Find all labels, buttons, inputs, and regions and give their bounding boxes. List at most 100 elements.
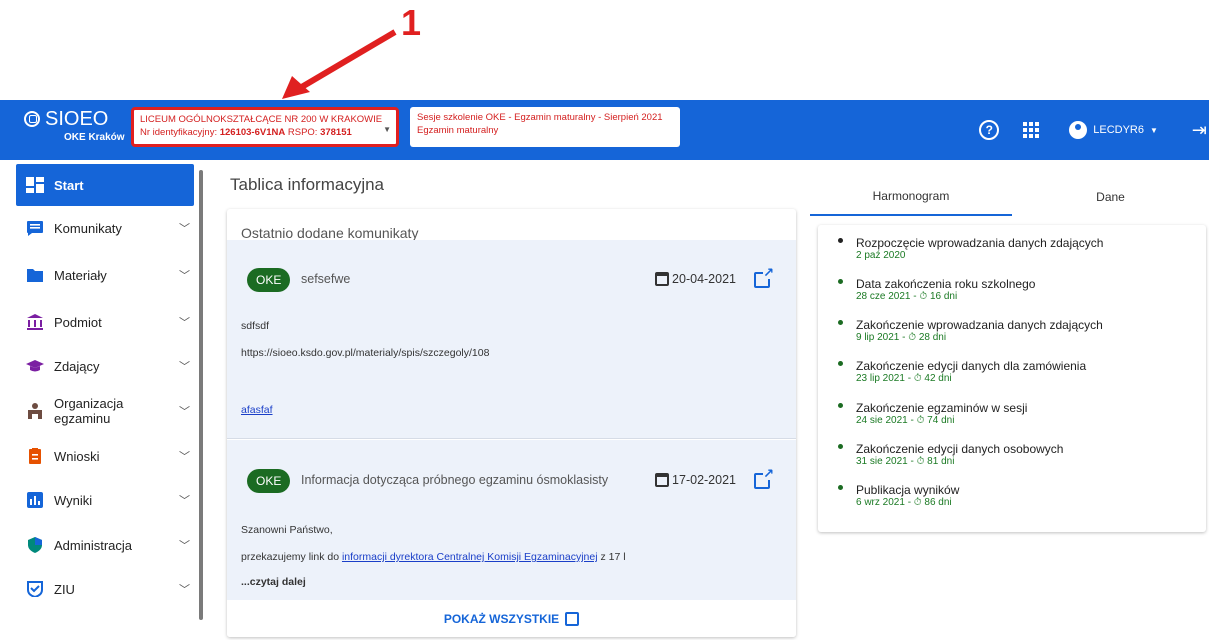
bullet-icon	[838, 279, 843, 284]
sidebar-item-label: ZIU	[54, 581, 75, 597]
sidebar-item-label: Wyniki	[54, 492, 93, 508]
open-external-icon[interactable]	[754, 266, 774, 288]
message-body-line: przekazujemy link do informacji dyrektor…	[241, 551, 626, 563]
top-right-actions: ? LECDYR6 ▼ ⇥	[979, 100, 1209, 160]
event-date: 6 wrz 2021 - ⏱ 86 dni	[856, 497, 952, 508]
sender-badge: OKE	[247, 469, 291, 493]
schedule-event: Zakończenie egzaminów w sesji 24 sie 202…	[838, 401, 1027, 427]
sidebar-item-label: Podmiot	[54, 314, 102, 330]
schedule-card: Rozpoczęcie wprowadzania danych zdającyc…	[818, 225, 1206, 532]
sidebar-item-zdajacy[interactable]: Zdający ﹀	[16, 358, 194, 374]
tab-harmonogram[interactable]: Harmonogram	[810, 178, 1012, 216]
apps-grid-icon[interactable]	[1023, 122, 1040, 138]
message-item[interactable]: OKE sefsefwe 20-04-2021 sdfsdf https://s…	[227, 240, 796, 439]
session-selector[interactable]: Sesje szkolenie OKE - Egzamin maturalny …	[410, 107, 680, 147]
message-link[interactable]: afasfaf	[241, 404, 273, 416]
message-title[interactable]: sefsefwe	[301, 272, 350, 286]
chevron-down-icon: ▼	[1149, 125, 1158, 135]
open-external-icon[interactable]	[754, 467, 774, 489]
dashboard-icon	[26, 177, 44, 193]
event-date: 23 lip 2021 - ⏱ 42 dni	[856, 373, 952, 384]
sidebar-item-wnioski[interactable]: Wnioski ﹀	[16, 448, 194, 464]
clipboard-icon	[29, 448, 41, 464]
chevron-down-icon: ﹀	[179, 540, 190, 552]
event-title: Zakończenie wprowadzania danych zdającyc…	[856, 318, 1103, 332]
message-item[interactable]: OKE Informacja dotycząca próbnego egzami…	[227, 440, 796, 600]
school-ids: Nr identyfikacyjny: 126103-6V1NA RSPO: 3…	[140, 126, 390, 139]
bullet-icon	[838, 361, 843, 366]
bullet-icon	[838, 238, 843, 243]
bullet-icon	[838, 485, 843, 490]
schedule-event: Publikacja wyników 6 wrz 2021 - ⏱ 86 dni	[838, 483, 959, 509]
schedule-event: Zakończenie edycji danych dla zamówienia…	[838, 359, 1086, 385]
sidebar-item-label: Materiały	[54, 267, 107, 283]
school-rspo-label: RSPO:	[287, 127, 318, 138]
cke-info-link[interactable]: informacji dyrektora Centralnej Komisji …	[342, 551, 598, 563]
sidebar-item-materialy[interactable]: Materiały ﹀	[16, 267, 194, 283]
chevron-down-icon: ﹀	[179, 223, 190, 235]
folder-icon	[27, 269, 43, 282]
message-date: 17-02-2021	[655, 473, 736, 487]
logo-subtitle: OKE Kraków	[64, 132, 125, 143]
session-exam: Egzamin maturalny	[417, 125, 499, 136]
sidebar-item-podmiot[interactable]: Podmiot ﹀	[16, 314, 194, 330]
sidebar-item-label: Administracja	[54, 537, 133, 553]
desk-icon	[28, 403, 42, 419]
session-name: Sesje szkolenie OKE - Egzamin maturalny …	[417, 112, 663, 123]
sidebar-scrollbar[interactable]	[199, 170, 203, 620]
user-menu[interactable]: LECDYR6 ▼	[1069, 121, 1158, 139]
logout-icon[interactable]: ⇥	[1192, 120, 1207, 141]
calendar-icon	[655, 272, 670, 286]
event-title: Data zakończenia roku szkolnego	[856, 277, 1036, 291]
sidebar: Start Komunikaty ﹀ Materiały ﹀ Podmiot ﹀…	[0, 160, 205, 640]
dropdown-caret-icon: ▼	[383, 125, 391, 134]
school-id-label: Nr identyfikacyjny:	[140, 127, 218, 138]
read-more-link[interactable]: ...czytaj dalej	[241, 576, 306, 588]
right-tabs: Harmonogram Dane	[810, 178, 1209, 216]
sidebar-item-label: Start	[54, 177, 84, 193]
tab-dane[interactable]: Dane	[1012, 178, 1209, 216]
chevron-down-icon: ﹀	[179, 406, 190, 418]
event-date: 31 sie 2021 - ⏱ 81 dni	[856, 456, 955, 467]
bullet-icon	[838, 444, 843, 449]
bullet-icon	[838, 403, 843, 408]
sidebar-item-wyniki[interactable]: Wyniki ﹀	[16, 492, 194, 508]
sidebar-item-label: Komunikaty	[54, 220, 122, 236]
school-id-value: 126103-6V1NA	[219, 127, 286, 138]
sidebar-item-label: Wnioski	[54, 448, 100, 464]
message-date-value: 17-02-2021	[672, 473, 736, 487]
schedule-event: Rozpoczęcie wprowadzania danych zdającyc…	[838, 236, 1103, 262]
logo-name: SIOEO	[45, 108, 109, 130]
message-title[interactable]: Informacja dotycząca próbnego egzaminu ó…	[301, 473, 608, 487]
event-title: Zakończenie edycji danych osobowych	[856, 442, 1064, 456]
account-icon	[1069, 121, 1088, 139]
shield-icon	[28, 537, 42, 553]
message-icon	[27, 221, 43, 236]
body-text: z 17 l	[597, 551, 626, 563]
open-external-icon	[565, 612, 580, 626]
sidebar-item-start[interactable]: Start	[16, 164, 194, 206]
event-date: 24 sie 2021 - ⏱ 74 dni	[856, 415, 955, 426]
show-all-button[interactable]: POKAŻ WSZYSTKIE	[227, 601, 796, 637]
event-title: Zakończenie edycji danych dla zamówienia	[856, 359, 1087, 373]
sidebar-item-ziu[interactable]: ZIU ﹀	[16, 581, 194, 597]
chevron-down-icon: ﹀	[179, 270, 190, 282]
app-logo[interactable]: SIOEO OKE Kraków	[24, 108, 134, 143]
annotation-arrow-icon	[282, 29, 397, 99]
event-date: 28 cze 2021 - ⏱ 16 dni	[856, 291, 958, 302]
sidebar-item-administracja[interactable]: Administracja ﹀	[16, 537, 194, 553]
institution-icon	[27, 314, 43, 330]
school-selector[interactable]: LICEUM OGÓLNOKSZTAŁCĄCE NR 200 W KRAKOWI…	[131, 107, 399, 147]
message-body-line: sdfsdf	[241, 320, 270, 332]
graduation-cap-icon	[26, 360, 44, 372]
chevron-down-icon: ﹀	[179, 361, 190, 373]
message-date-value: 20-04-2021	[672, 272, 736, 286]
sidebar-item-organizacja-egzaminu[interactable]: Organizacja egzaminu ﹀	[16, 396, 194, 426]
help-icon[interactable]: ?	[979, 120, 1000, 140]
event-title: Rozpoczęcie wprowadzania danych zdającyc…	[856, 236, 1104, 250]
sidebar-item-komunikaty[interactable]: Komunikaty ﹀	[16, 220, 194, 236]
schedule-event: Zakończenie edycji danych osobowych 31 s…	[838, 442, 1063, 468]
bar-chart-icon	[27, 492, 43, 508]
calendar-icon	[655, 473, 670, 487]
message-body-line: Szanowni Państwo,	[241, 524, 333, 536]
